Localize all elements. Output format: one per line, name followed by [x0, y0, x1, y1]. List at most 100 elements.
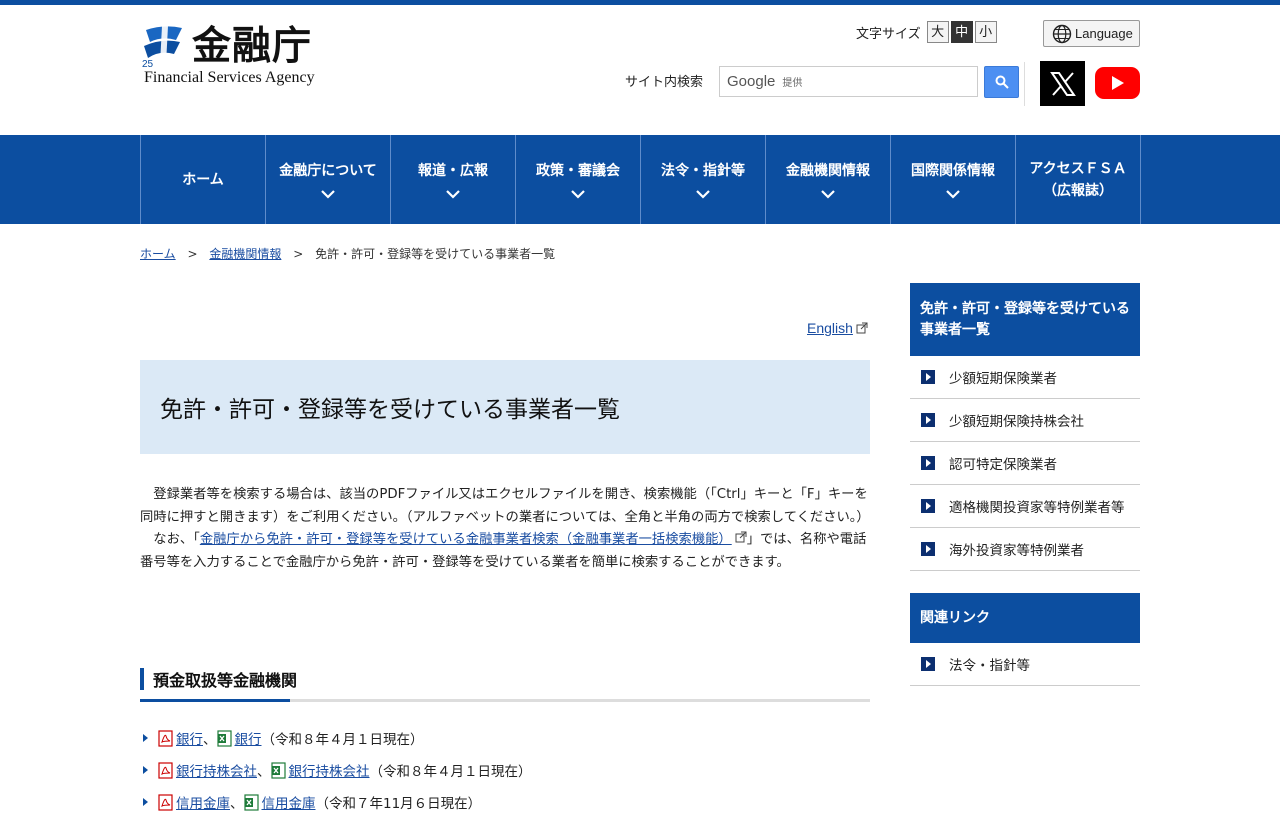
sidebar-item-label: 少額短期保険業者 — [949, 371, 1057, 387]
arrow-square-icon — [921, 456, 935, 470]
nav-label: ホーム — [182, 171, 224, 188]
related-links-list: 法令・指針等 — [910, 643, 1140, 686]
nav-laws[interactable]: 法令・指針等 — [641, 135, 766, 224]
sidebar-item-small-amount-holding[interactable]: 少額短期保険持株会社 — [910, 399, 1140, 442]
pdf-link[interactable]: 銀行 — [176, 728, 203, 748]
chevron-down-icon — [821, 189, 835, 199]
nav-press[interactable]: 報道・広報 — [391, 135, 516, 224]
excel-icon — [216, 729, 232, 747]
arrow-square-icon — [921, 657, 935, 671]
youtube-social-link[interactable] — [1095, 67, 1140, 99]
nav-label: 報道・広報 — [418, 162, 488, 179]
list-separator: 、 — [257, 764, 271, 780]
font-size-medium-button[interactable]: 中 — [950, 21, 973, 43]
as-of-date: （令和８年４月１日現在） — [369, 764, 532, 780]
logo-subtitle: Financial Services Agency — [144, 69, 315, 86]
intro-p2-before: なお、「 — [153, 532, 200, 547]
site-search-label: サイト内検索 — [625, 75, 704, 90]
sidebar-item-label: 認可特定保険業者 — [949, 457, 1057, 473]
sidebar-item-small-amount-insurers[interactable]: 少額短期保険業者 — [910, 356, 1140, 399]
english-link-text[interactable]: English — [807, 320, 853, 336]
sidebar-item-label: 法令・指針等 — [949, 658, 1030, 674]
section-heading-bar — [140, 668, 144, 690]
sidebar-item-qualified-investors[interactable]: 適格機関投資家等特例業者等 — [910, 485, 1140, 528]
chevron-down-icon — [321, 189, 335, 199]
arrow-square-icon — [921, 499, 935, 513]
external-link-icon — [735, 531, 747, 543]
nav-international[interactable]: 国際関係情報 — [891, 135, 1016, 224]
nav-label-sub: （広報誌） — [1043, 182, 1113, 199]
pdf-link[interactable]: 銀行持株会社 — [176, 760, 257, 780]
related-links-heading: 関連リンク — [910, 593, 1140, 643]
arrow-square-icon — [921, 413, 935, 427]
search-button[interactable] — [984, 66, 1019, 98]
excel-icon — [243, 793, 259, 811]
language-label: Language — [1075, 26, 1133, 41]
sidebar-item-label: 適格機関投資家等特例業者等 — [949, 500, 1125, 516]
nav-label: 金融機関情報 — [786, 162, 870, 179]
x-logo-icon — [1049, 71, 1076, 96]
list-item: 信用金庫、 信用金庫 （令和７年11月６日現在） — [140, 786, 870, 818]
google-brand-label: Google — [727, 73, 776, 90]
font-size-large-button[interactable]: 大 — [926, 21, 949, 43]
fsa-logo[interactable]: 25 金融庁 Financial Services Agency — [142, 22, 342, 92]
arrow-square-icon — [921, 542, 935, 556]
nav-label: 法令・指針等 — [661, 162, 745, 179]
list-item: 銀行、 銀行 （令和８年４月１日現在） — [140, 722, 870, 754]
nav-label: 金融庁について — [279, 162, 377, 179]
nav-policy[interactable]: 政策・審議会 — [516, 135, 641, 224]
font-size-switcher: 文字サイズ 大 中 小 — [856, 20, 997, 44]
language-button[interactable]: Language — [1043, 20, 1140, 47]
sidebar-list: 少額短期保険業者 少額短期保険持株会社 認可特定保険業者 適格機関投資家等特例業… — [910, 356, 1140, 571]
excel-link[interactable]: 信用金庫 — [262, 792, 316, 812]
bulk-search-link[interactable]: 金融庁から免許・許可・登録等を受けている金融事業者検索（金融事業者一括検索機能） — [200, 532, 732, 547]
x-social-link[interactable] — [1040, 61, 1085, 106]
intro-paragraph-1: 登録業者等を検索する場合は、該当のPDFファイル又はエクセルファイルを開き、検索… — [140, 487, 870, 525]
bullet-arrow-icon — [143, 734, 148, 742]
font-size-label: 文字サイズ — [856, 26, 921, 42]
excel-link[interactable]: 銀行 — [235, 728, 262, 748]
top-accent-bar — [0, 0, 1280, 5]
chevron-down-icon — [571, 189, 585, 199]
nav-access-fsa[interactable]: アクセスＦＳＡ （広報誌） — [1016, 135, 1141, 224]
intro-paragraph-2: なお、「金融庁から免許・許可・登録等を受けている金融事業者検索（金融事業者一括検… — [140, 529, 870, 574]
breadcrumb: ホーム > 金融機関情報 > 免許・許可・登録等を受けている事業者一覧 — [140, 245, 555, 262]
nav-home[interactable]: ホーム — [141, 135, 266, 224]
breadcrumb-home-link[interactable]: ホーム — [140, 247, 176, 261]
breadcrumb-separator: > — [187, 247, 198, 261]
nav-institutions[interactable]: 金融機関情報 — [766, 135, 891, 224]
font-size-small-button[interactable]: 小 — [974, 21, 997, 43]
document-list: 銀行、 銀行 （令和８年４月１日現在） 銀行持株会社、 銀行持株会社 （令和８年… — [140, 722, 870, 818]
pdf-link[interactable]: 信用金庫 — [176, 792, 230, 812]
arrow-square-icon — [921, 370, 935, 384]
site-search-input[interactable]: Google 提供 — [719, 66, 978, 97]
logo-title: 金融庁 — [192, 23, 313, 69]
globe-icon — [1052, 24, 1072, 43]
youtube-play-icon — [1111, 76, 1124, 90]
pdf-icon — [158, 793, 173, 811]
intro-text: 登録業者等を検索する場合は、該当のPDFファイル又はエクセルファイルを開き、検索… — [140, 484, 870, 574]
section-heading-underline — [140, 699, 290, 702]
sidebar-item-laws[interactable]: 法令・指針等 — [910, 643, 1140, 686]
sidebar-heading[interactable]: 免許・許可・登録等を受けている事業者一覧 — [910, 283, 1140, 356]
sidebar-item-specified-insurers[interactable]: 認可特定保険業者 — [910, 442, 1140, 485]
sidebar-item-overseas-investors[interactable]: 海外投資家等特例業者 — [910, 528, 1140, 571]
as-of-date: （令和８年４月１日現在） — [261, 732, 424, 748]
sidebar-item-label: 少額短期保険持株会社 — [949, 414, 1084, 430]
breadcrumb-institutions-link[interactable]: 金融機関情報 — [209, 247, 281, 261]
excel-link[interactable]: 銀行持株会社 — [289, 760, 370, 780]
list-separator: 、 — [230, 796, 244, 812]
chevron-down-icon — [446, 189, 460, 199]
english-page-link[interactable]: English — [807, 320, 868, 336]
svg-text:25: 25 — [142, 59, 154, 68]
nav-about[interactable]: 金融庁について — [266, 135, 391, 224]
nav-label: アクセスＦＳＡ — [1029, 160, 1127, 177]
list-item: 銀行持株会社、 銀行持株会社 （令和８年４月１日現在） — [140, 754, 870, 786]
global-nav: ホーム 金融庁について 報道・広報 政策・審議会 法令・指針等 金融機関情報 国… — [0, 135, 1280, 224]
as-of-date: （令和７年11月６日現在） — [315, 796, 482, 812]
pdf-icon — [158, 729, 173, 747]
page-title: 免許・許可・登録等を受けている事業者一覧 — [160, 397, 620, 423]
section-heading: 預金取扱等金融機関 — [140, 666, 870, 702]
bullet-arrow-icon — [143, 798, 148, 806]
sidebar-item-label: 海外投資家等特例業者 — [949, 543, 1084, 559]
